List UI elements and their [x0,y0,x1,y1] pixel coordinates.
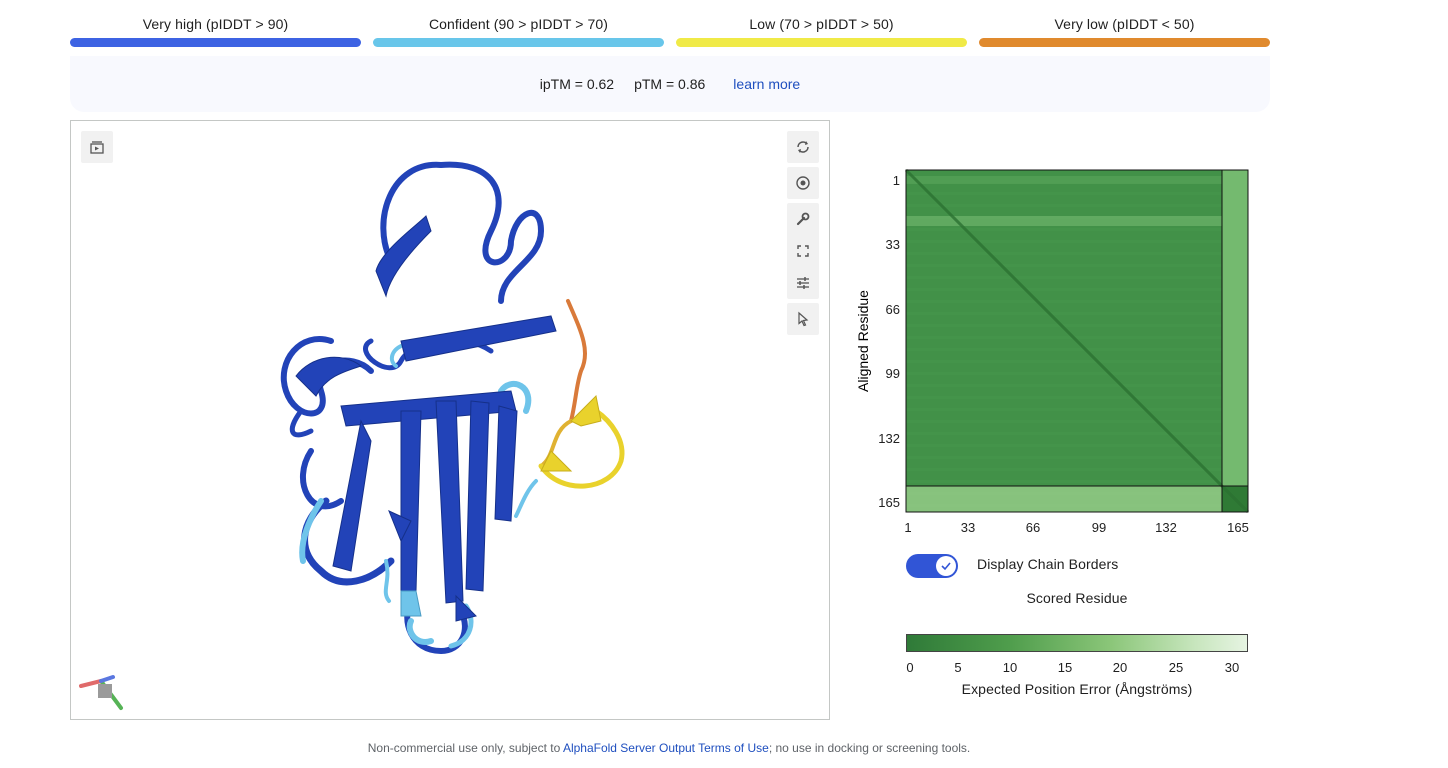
legend-color-bar [373,38,664,47]
colorbar-tick: 20 [1112,660,1128,675]
footer-suffix: ; no use in docking or screening tools. [768,741,971,755]
legend-color-bar [676,38,967,47]
y-tick: 66 [886,302,900,317]
x-tick: 165 [1227,520,1249,535]
toggle-knob [936,556,956,576]
camera-aperture-icon[interactable] [787,167,819,199]
pae-band [906,176,1222,184]
x-tick: 66 [1026,520,1040,535]
colorbar-ticks: 0 5 10 15 20 25 30 [906,660,1248,678]
legend-label: Confident (90 > pIDDT > 70) [428,16,609,32]
colorbar-tick: 5 [954,660,962,675]
learn-more-link[interactable]: learn more [733,76,800,92]
y-axis-title: Aligned Residue [855,290,871,392]
layers-icon[interactable] [81,131,113,163]
footer-disclaimer: Non-commercial use only, subject to Alph… [0,741,1338,755]
x-tick: 99 [1092,520,1106,535]
y-tick: 1 [893,173,900,188]
pae-chain-b-col [1222,170,1248,486]
tool-group [787,203,819,299]
y-tick: 99 [886,366,900,381]
fullscreen-icon[interactable] [787,235,819,267]
x-tick: 132 [1155,520,1177,535]
legend-label: Low (70 > pIDDT > 50) [749,16,894,32]
plddt-legend: Very high (pIDDT > 90) Confident (90 > p… [70,14,1270,47]
chain-borders-label: Display Chain Borders [977,556,1119,572]
x-tick: 1 [904,520,911,535]
protein-cartoon[interactable] [71,121,829,719]
pae-texture [906,486,1222,512]
y-tick: 165 [878,495,900,510]
colorbar-tick: 0 [906,660,914,675]
check-icon [941,562,951,571]
legend-low: Low (70 > pIDDT > 50) [676,14,967,47]
pae-plot[interactable]: Aligned Residue 1 33 66 99 132 165 1 33 … [850,120,1270,540]
x-tick: 33 [961,520,975,535]
confidence-metrics: ipTM = 0.62 pTM = 0.86 learn more [70,56,1270,112]
legend-label: Very low (pIDDT < 50) [1054,16,1195,32]
sliders-icon[interactable] [787,267,819,299]
axes-gizmo [79,675,123,710]
chain-borders-toggle[interactable] [906,554,958,578]
pae-panel: Aligned Residue 1 33 66 99 132 165 1 33 … [850,120,1270,720]
colorbar-title: Expected Position Error (Ångströms) [961,681,1193,697]
legend-label: Very high (pIDDT > 90) [142,16,289,32]
y-tick: 33 [886,237,900,252]
legend-very-low: Very low (pIDDT < 50) [979,14,1270,47]
rotate-icon[interactable] [787,131,819,163]
terms-link[interactable]: AlphaFold Server Output Terms of Use [563,741,769,755]
colorbar-tick: 15 [1057,660,1073,675]
legend-very-high: Very high (pIDDT > 90) [70,14,361,47]
footer-prefix: Non-commercial use only, subject to [367,741,563,755]
colorbar-tick: 25 [1168,660,1184,675]
x-axis-title: Scored Residue [1026,590,1128,606]
y-tick: 132 [878,431,900,446]
colorbar-tick: 30 [1224,660,1240,675]
pae-colorbar [906,634,1248,652]
ptm-value: pTM = 0.86 [634,76,706,92]
legend-color-bar [979,38,1270,47]
colorbar-tick: 10 [1002,660,1018,675]
iptm-value: ipTM = 0.62 [539,76,615,92]
cursor-icon[interactable] [787,303,819,335]
wrench-icon[interactable] [787,203,819,235]
structure-viewer[interactable] [70,120,830,720]
legend-confident: Confident (90 > pIDDT > 70) [373,14,664,47]
legend-color-bar [70,38,361,47]
